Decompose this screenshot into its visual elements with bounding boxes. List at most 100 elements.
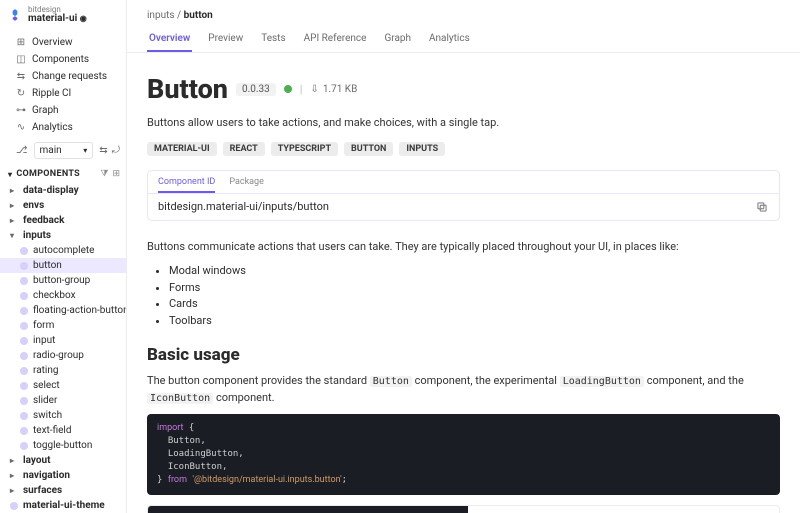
component-dot-icon xyxy=(20,427,28,435)
branch-selector[interactable]: main ▾ xyxy=(34,142,94,159)
tree-item-form[interactable]: form xyxy=(0,318,126,333)
tag[interactable]: INPUTS xyxy=(399,142,445,156)
tree-label: envs xyxy=(23,200,44,211)
tab-graph[interactable]: Graph xyxy=(382,29,413,52)
tree-group-data-display[interactable]: ▸data-display xyxy=(0,183,126,198)
tree-item-button-group[interactable]: button-group xyxy=(0,273,126,288)
tab-analytics[interactable]: Analytics xyxy=(427,29,472,52)
component-dot-icon xyxy=(20,307,28,315)
chevron-down-icon[interactable]: ▾ xyxy=(8,170,12,179)
chevron-right-icon: ▸ xyxy=(10,216,18,225)
nav-label: Change requests xyxy=(32,71,107,82)
sidebar-nav-graph[interactable]: ⊶Graph xyxy=(0,102,126,119)
breadcrumb: inputs / button xyxy=(127,0,800,29)
sidebar-nav-overview[interactable]: ⊞Overview xyxy=(0,34,126,51)
tree-label: autocomplete xyxy=(33,245,94,256)
tree-label: select xyxy=(33,380,60,391)
tree-label: toggle-button xyxy=(33,440,92,451)
component-id-value: bitdesign.material-ui/inputs/button xyxy=(158,200,329,213)
sidebar-nav-ripple-ci[interactable]: ↻Ripple CI xyxy=(0,85,126,102)
tree-item-input[interactable]: input xyxy=(0,333,126,348)
components-label: COMPONENTS xyxy=(16,169,80,179)
tree-label: input xyxy=(33,335,55,346)
tree-item-select[interactable]: select xyxy=(0,378,126,393)
workspace-name: material-ui ◉ xyxy=(28,14,87,24)
list-item: Modal windows xyxy=(169,263,780,280)
tab-tests[interactable]: Tests xyxy=(259,29,287,52)
chevron-right-icon: ▸ xyxy=(10,471,18,480)
copy-icon[interactable] xyxy=(755,200,769,214)
size-value: 1.71 KB xyxy=(323,84,357,95)
tree-item-switch[interactable]: switch xyxy=(0,408,126,423)
content-area: Button 0.0.33 | ⇩1.71 KB Buttons allow u… xyxy=(127,53,800,513)
tab-api[interactable]: API Reference xyxy=(302,29,369,52)
tree-item-autocomplete[interactable]: autocomplete xyxy=(0,243,126,258)
tree-item-rating[interactable]: rating xyxy=(0,363,126,378)
chevron-down-icon: ▾ xyxy=(10,231,18,240)
tree-group-envs[interactable]: ▸envs xyxy=(0,198,126,213)
breadcrumb-sep: / xyxy=(177,10,184,21)
tree-label: radio-group xyxy=(33,350,84,361)
sidebar-nav-analytics[interactable]: ∿Analytics xyxy=(0,119,126,136)
branch-row: ⎇ main ▾ ⇆ ⤾ xyxy=(0,138,126,163)
version-badge[interactable]: 0.0.33 xyxy=(236,83,276,96)
sidebar-nav-change-requests[interactable]: ⇆ Change requests xyxy=(0,68,126,85)
list-item: Forms xyxy=(169,280,780,297)
tab-component-id[interactable]: Component ID xyxy=(158,175,215,193)
chevron-right-icon: ▸ xyxy=(10,456,18,465)
branch-name: main xyxy=(40,145,62,156)
filter-icon[interactable]: ⧩ xyxy=(100,169,108,179)
change-requests-icon: ⇆ xyxy=(16,72,26,82)
tag[interactable]: MATERIAL-UI xyxy=(147,142,217,156)
sidebar-nav-components[interactable]: ◫Components xyxy=(0,51,126,68)
tree-group-surfaces[interactable]: ▸surfaces xyxy=(0,483,126,498)
nav-label: Overview xyxy=(32,37,73,48)
tree-group-material-ui-theme[interactable]: material-ui-theme xyxy=(0,498,126,513)
tree-group-layout[interactable]: ▸layout xyxy=(0,453,126,468)
tag[interactable]: BUTTON xyxy=(344,142,393,156)
playground-preview: BUTTON ◌ 🗑 xyxy=(468,506,779,513)
components-tree: ▸data-display▸envs▸feedback▾inputsautoco… xyxy=(0,183,126,513)
tag[interactable]: REACT xyxy=(223,142,265,156)
tree-group-inputs[interactable]: ▾inputs xyxy=(0,228,126,243)
components-icon: ◫ xyxy=(16,55,26,65)
tree-item-radio-group[interactable]: radio-group xyxy=(0,348,126,363)
compare-icon[interactable]: ⇆ xyxy=(99,145,107,156)
tree-item-floating-action-button[interactable]: floating-action-button xyxy=(0,303,126,318)
workspace-header[interactable]: bitdesign material-ui ◉ xyxy=(0,0,126,32)
tree-item-button[interactable]: button xyxy=(0,258,126,273)
tree-group-navigation[interactable]: ▸ navigation xyxy=(0,468,126,483)
tree-item-text-field[interactable]: text-field xyxy=(0,423,126,438)
tree-label: feedback xyxy=(23,215,64,226)
tree-label: material-ui-theme xyxy=(23,500,105,511)
tag[interactable]: TYPESCRIPT xyxy=(271,142,338,156)
sidebar: bitdesign material-ui ◉ ⊞Overview◫Compon… xyxy=(0,0,127,513)
tree-group-feedback[interactable]: ▸ feedback xyxy=(0,213,126,228)
branch-icon: ⎇ xyxy=(16,145,28,156)
chevron-right-icon: ▸ xyxy=(10,186,18,195)
graph-icon: ⊶ xyxy=(16,106,26,116)
tab-overview[interactable]: Overview xyxy=(147,29,192,52)
add-icon[interactable]: ⊞ xyxy=(112,169,120,179)
component-dot-icon xyxy=(20,322,28,330)
page-description: Buttons allow users to take actions, and… xyxy=(147,115,780,132)
tab-package[interactable]: Package xyxy=(229,175,264,193)
sidebar-nav: ⊞Overview◫Components ⇆ Change requests ↻Rip… xyxy=(0,32,126,138)
component-id-card: Component ID Package bitdesign.material-… xyxy=(147,170,780,221)
tree-item-checkbox[interactable]: checkbox xyxy=(0,288,126,303)
breadcrumb-current: button xyxy=(184,10,213,21)
tab-preview[interactable]: Preview xyxy=(206,29,245,52)
breadcrumb-parent[interactable]: inputs xyxy=(147,10,175,21)
chevron-right-icon: ▸ xyxy=(10,486,18,495)
component-dot-icon xyxy=(20,382,28,390)
tree-label: button xyxy=(33,260,62,271)
tree-item-toggle-button[interactable]: toggle-button xyxy=(0,438,126,453)
tree-label: form xyxy=(33,320,54,331)
tree-label: navigation xyxy=(23,470,70,481)
playground-code[interactable]: () => ( <"tok-attr">class="tok-comp">Sta… xyxy=(148,506,468,513)
download-icon: ⇩ xyxy=(310,84,318,95)
tree-item-slider[interactable]: slider xyxy=(0,393,126,408)
history-icon[interactable]: ⤾ xyxy=(112,145,120,156)
analytics-icon: ∿ xyxy=(16,123,26,133)
bit-logo xyxy=(8,8,22,22)
